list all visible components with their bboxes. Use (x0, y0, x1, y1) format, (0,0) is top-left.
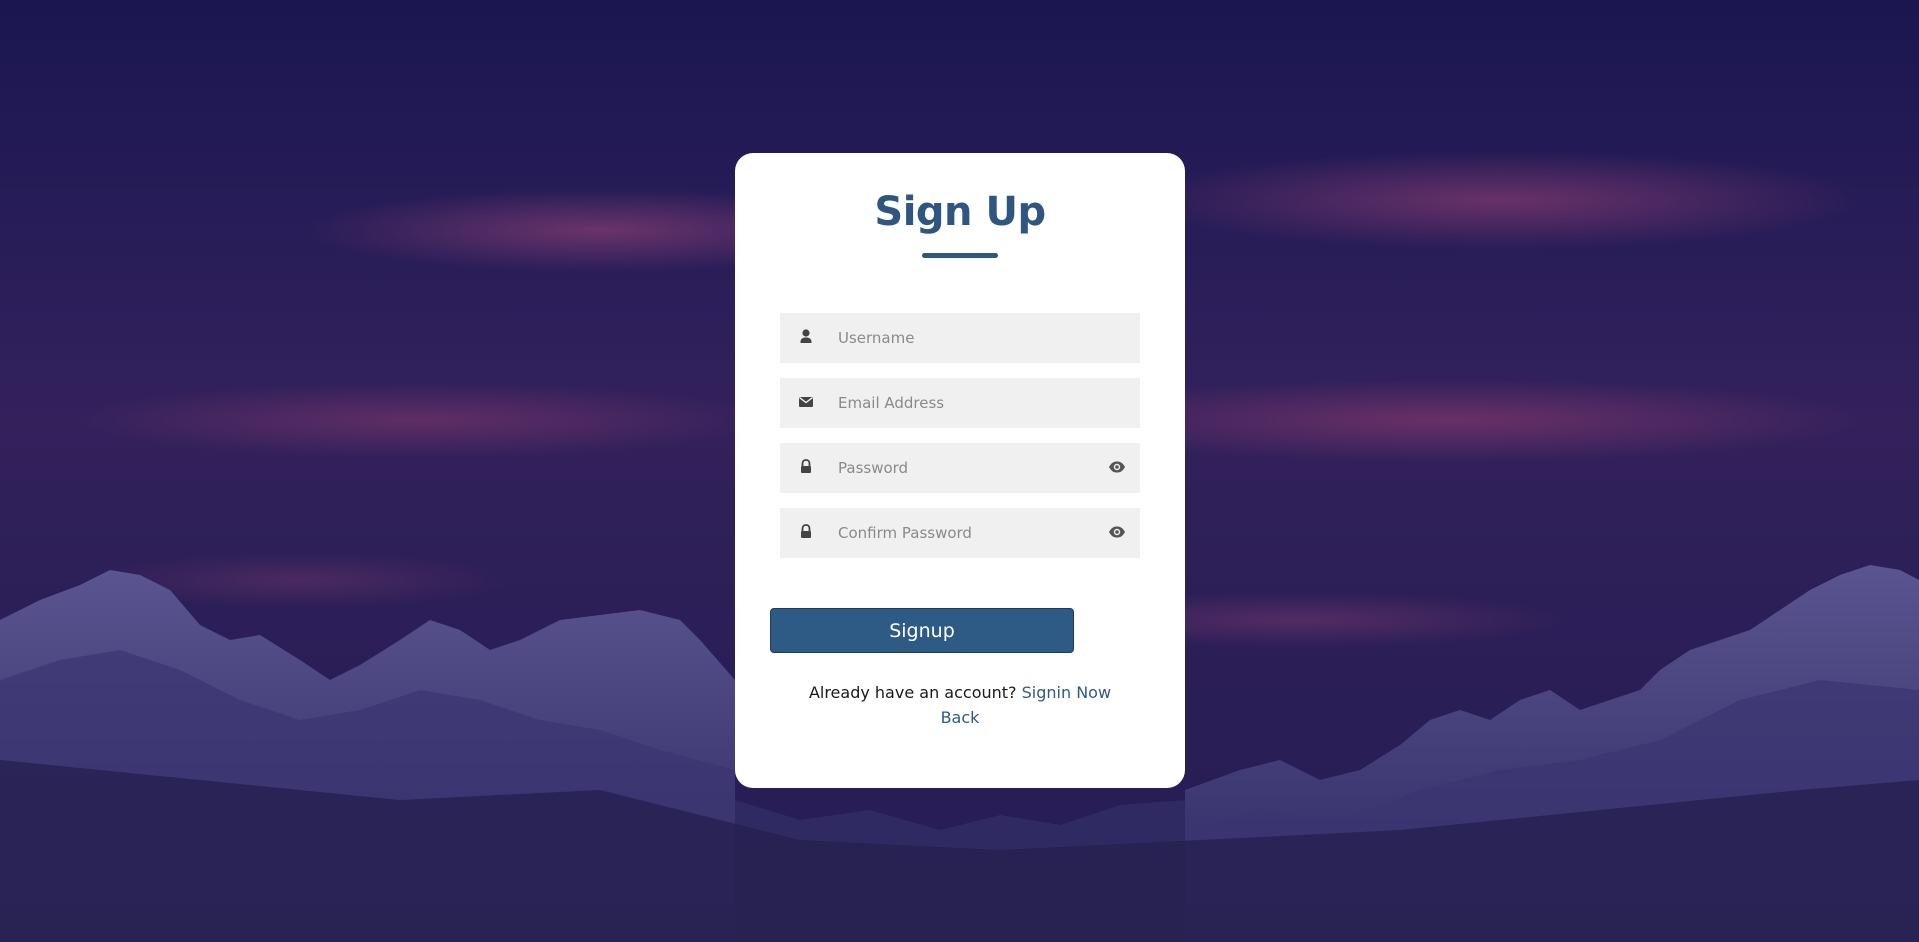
envelope-icon (799, 397, 813, 407)
signin-link[interactable]: Signin Now (1022, 683, 1111, 702)
email-field[interactable] (780, 378, 1140, 428)
lock-icon (801, 459, 811, 473)
signup-button[interactable]: Signup (770, 608, 1074, 653)
username-input[interactable] (838, 313, 1098, 363)
lock-icon (801, 524, 811, 538)
password-input[interactable] (838, 443, 1098, 493)
title-underline (922, 253, 998, 258)
email-input[interactable] (838, 378, 1098, 428)
confirm-password-input[interactable] (838, 508, 1098, 558)
page-title: Sign Up (874, 189, 1046, 235)
user-icon (800, 329, 812, 343)
signin-prompt-text: Already have an account? (808, 683, 1017, 702)
eye-icon[interactable] (1108, 460, 1126, 474)
confirm-password-field[interactable] (780, 508, 1140, 558)
signin-prompt: Already have an account? Signin Now Back (735, 680, 1185, 730)
back-link[interactable]: Back (941, 708, 980, 727)
eye-icon[interactable] (1108, 525, 1126, 539)
username-field[interactable] (780, 313, 1140, 363)
password-field[interactable] (780, 443, 1140, 493)
signup-card: Sign Up Username Email Address Signup Al… (735, 153, 1185, 788)
